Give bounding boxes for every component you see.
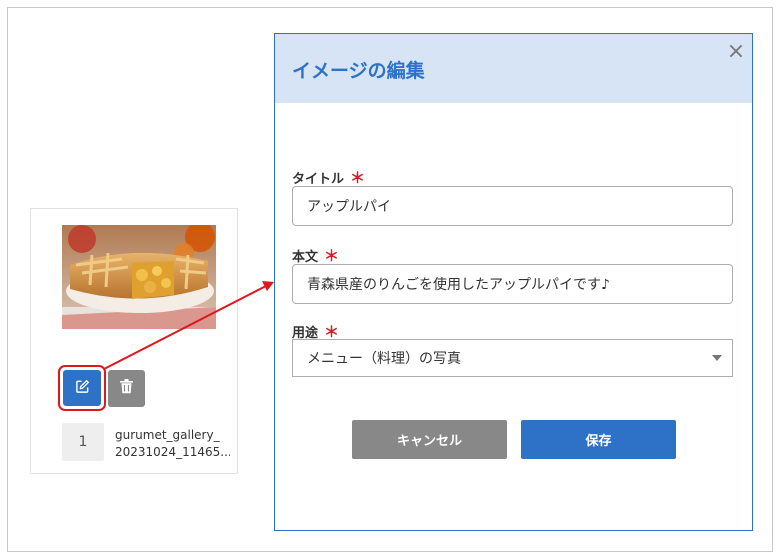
- caret-down-icon: [712, 355, 722, 361]
- body-field-label: 本文 ＊: [292, 245, 339, 266]
- modal-header: イメージの編集 ×: [275, 34, 752, 103]
- modal-title: イメージの編集: [292, 60, 425, 82]
- title-input[interactable]: [292, 186, 733, 226]
- required-mark: ＊: [350, 169, 366, 187]
- edit-image-modal: イメージの編集 × タイトル＊ 本文＊ 用途＊ メニュー（料理）の写真 キャンセ…: [274, 33, 753, 531]
- close-icon[interactable]: ×: [726, 41, 746, 63]
- title-label-text: タイトル: [292, 172, 345, 187]
- save-button[interactable]: 保存: [521, 420, 676, 459]
- usage-selected-value: メニュー（料理）の写真: [307, 351, 461, 367]
- body-label-text: 本文: [292, 250, 319, 265]
- title-field-label: タイトル ＊: [292, 167, 365, 188]
- usage-select[interactable]: メニュー（料理）の写真: [292, 339, 733, 377]
- required-mark: ＊: [324, 247, 340, 265]
- cancel-button[interactable]: キャンセル: [352, 420, 507, 459]
- body-input[interactable]: [292, 264, 733, 304]
